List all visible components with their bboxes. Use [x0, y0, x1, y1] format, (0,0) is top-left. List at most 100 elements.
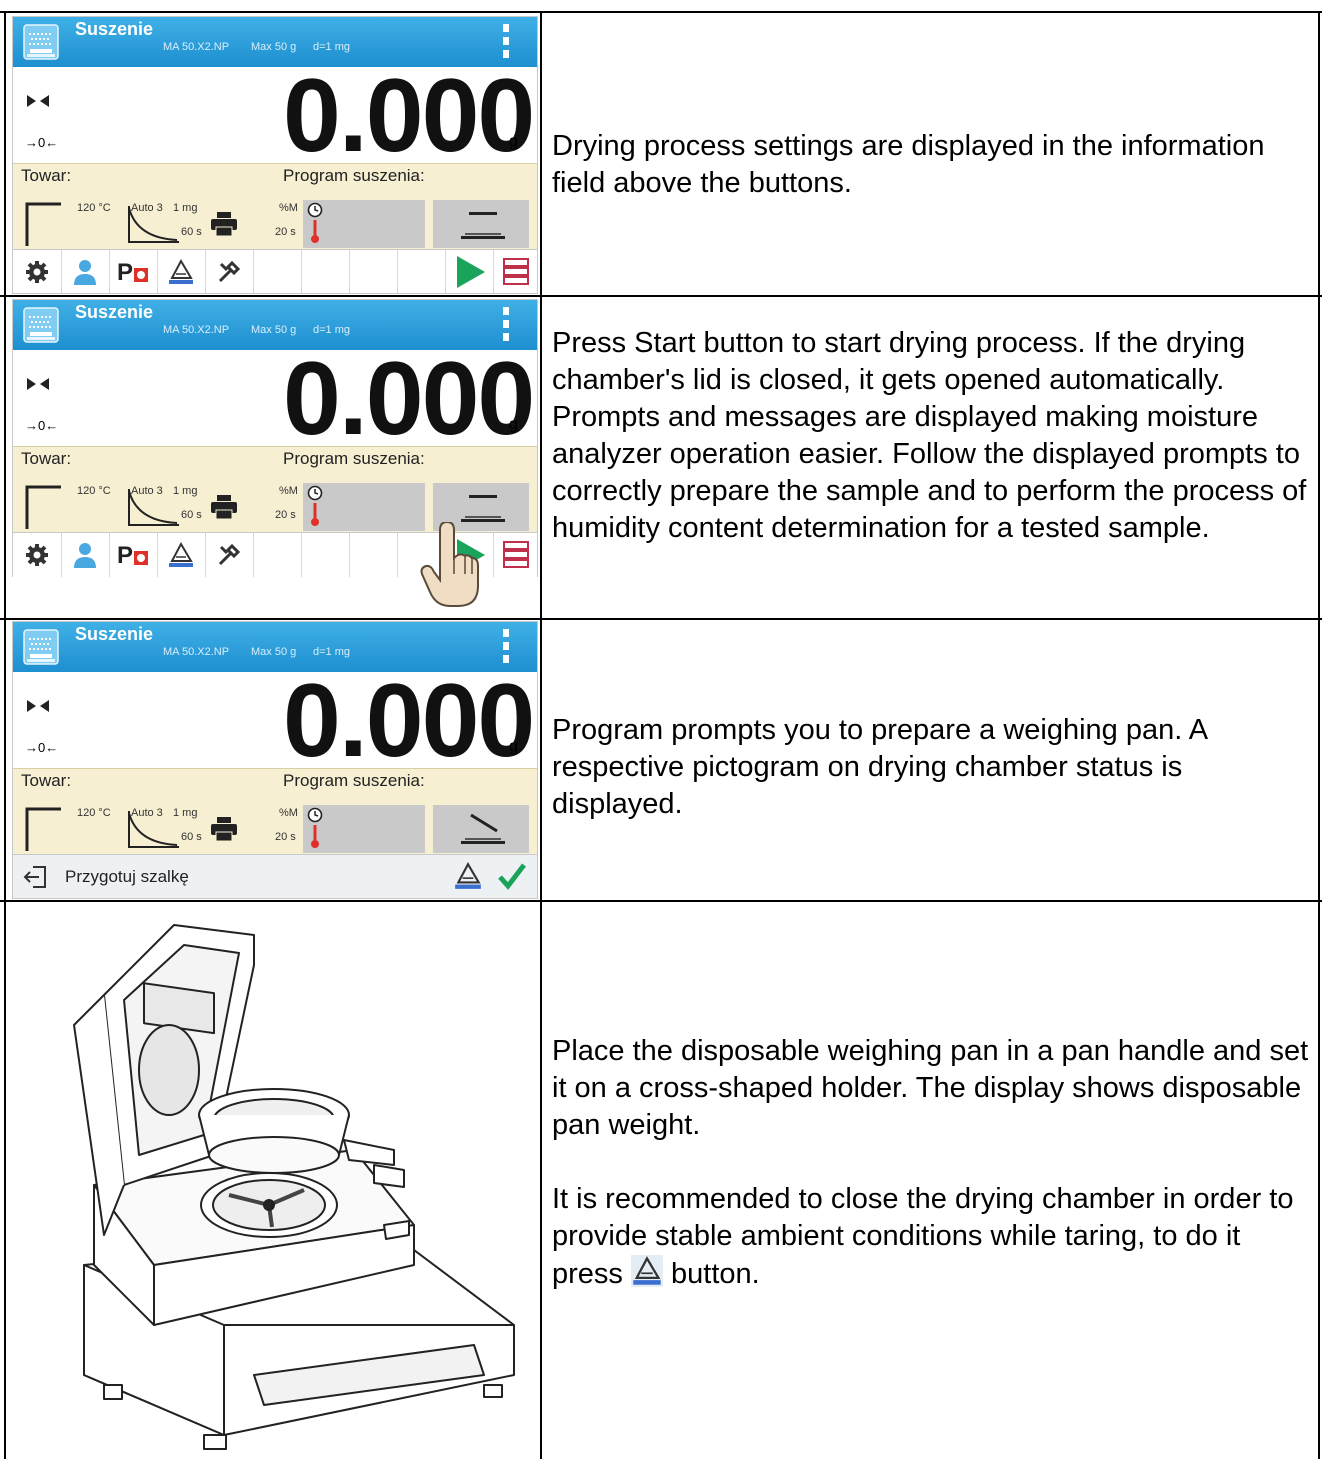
user-button[interactable]	[61, 533, 110, 577]
app-title: Suszenie	[75, 19, 154, 39]
chamber-button[interactable]	[157, 533, 206, 577]
mode-value: Auto 3	[131, 485, 163, 497]
gear-icon	[26, 544, 48, 566]
chamber-button[interactable]	[157, 250, 206, 293]
table-border-left	[4, 11, 6, 1459]
row-divider	[0, 618, 1322, 620]
user-button[interactable]	[61, 250, 110, 293]
kebab-menu-icon[interactable]	[499, 304, 513, 344]
checkmark-icon	[498, 863, 526, 890]
settings-button[interactable]	[13, 250, 62, 293]
user-icon	[74, 260, 96, 285]
model-label: MA 50.X2.NP	[163, 646, 230, 658]
description-text: Place the disposable weighing pan in a p…	[552, 1035, 1309, 1141]
result-unit: %M	[279, 485, 298, 497]
kebab-menu-icon[interactable]	[499, 626, 513, 666]
gear-icon	[26, 261, 48, 283]
database-icon	[503, 541, 529, 568]
instruction-text-end: button.	[671, 1258, 760, 1290]
temperature-profile-icon	[25, 485, 61, 529]
temperature-profile-icon	[25, 202, 61, 246]
readability: d=1 mg	[313, 646, 350, 658]
mode-step-value: 1 mg	[173, 202, 198, 214]
dryer-icon	[23, 629, 59, 665]
info-field: Towar: Program suszenia: 120 °C Auto 3 1…	[13, 163, 537, 250]
chamber-lid-icon	[169, 258, 193, 284]
products-button[interactable]: P	[109, 250, 158, 293]
tools-button[interactable]	[205, 250, 254, 293]
chamber-button[interactable]	[453, 861, 485, 893]
products-icon: P	[117, 542, 148, 569]
mode-step-value: 1 mg	[173, 485, 198, 497]
user-icon	[74, 543, 96, 568]
readability: d=1 mg	[313, 324, 350, 336]
empty-button-slot[interactable]	[301, 533, 350, 577]
empty-button-slot[interactable]	[253, 250, 302, 293]
empty-button-slot[interactable]	[397, 250, 446, 293]
tools-icon	[218, 260, 241, 283]
zero-indicator: →0←	[25, 740, 59, 755]
empty-button-slot[interactable]	[301, 250, 350, 293]
thermometer-icon	[311, 220, 319, 243]
empty-button-slot[interactable]	[349, 533, 398, 577]
tools-icon	[218, 543, 241, 566]
thermometer-icon	[311, 503, 319, 526]
empty-button-slot[interactable]	[253, 533, 302, 577]
products-icon: P	[117, 259, 148, 286]
mode-time-value: 60 s	[181, 509, 202, 521]
drying-parameters: 120 °C Auto 3 1 mg 60 s %M 20 s	[13, 198, 537, 250]
interval-value: 20 s	[275, 509, 296, 521]
product-label: Towar:	[21, 771, 72, 790]
description-text: Press Start button to start drying proce…	[552, 327, 1307, 544]
confirm-button[interactable]	[497, 861, 529, 893]
row-divider	[0, 900, 1322, 902]
weight-display: →0← 0.000 g	[13, 61, 537, 171]
stability-marker-icon	[27, 95, 49, 107]
weight-unit: g	[509, 133, 518, 150]
svg-text:P: P	[117, 542, 133, 569]
table-border-right	[1318, 11, 1320, 1459]
thermometer-icon	[311, 825, 319, 848]
tools-button[interactable]	[205, 533, 254, 577]
weight-unit: g	[509, 738, 518, 755]
printer-icon	[211, 817, 237, 841]
play-icon	[457, 256, 485, 288]
empty-button-slot[interactable]	[349, 250, 398, 293]
model-label: MA 50.X2.NP	[163, 41, 230, 53]
settings-button[interactable]	[13, 533, 62, 577]
table-border-top	[0, 11, 1322, 13]
drying-program-label: Program suszenia:	[283, 771, 425, 790]
mode-time-value: 60 s	[181, 226, 202, 238]
database-button[interactable]	[493, 250, 537, 293]
weight-value: 0.000	[283, 663, 535, 779]
exit-button[interactable]	[21, 863, 51, 891]
drying-program-label: Program suszenia:	[283, 166, 425, 185]
drying-parameters: 120 °C Auto 3 1 mg 60 s %M 20 s	[13, 803, 537, 855]
weight-display: →0← 0.000 g	[13, 666, 537, 776]
row-1-text: Drying process settings are displayed in…	[552, 128, 1317, 202]
mode-value: Auto 3	[131, 807, 163, 819]
clock-icon	[307, 485, 323, 501]
description-text: Drying process settings are displayed in…	[552, 130, 1265, 199]
result-unit: %M	[279, 202, 298, 214]
max-capacity: Max 50 g	[251, 324, 297, 336]
drying-program-label: Program suszenia:	[283, 449, 425, 468]
svg-text:P: P	[117, 259, 133, 286]
kebab-menu-icon[interactable]	[499, 21, 513, 61]
start-button[interactable]	[445, 250, 494, 293]
clock-icon	[307, 807, 323, 823]
dryer-icon	[23, 307, 59, 343]
chamber-lid-icon	[630, 1255, 663, 1287]
mode-time-value: 60 s	[181, 831, 202, 843]
product-label: Towar:	[21, 166, 72, 185]
weight-value: 0.000	[283, 341, 535, 457]
products-button[interactable]: P	[109, 533, 158, 577]
readability: d=1 mg	[313, 41, 350, 53]
balance-screen-1: Suszenie MA 50.X2.NP Max 50 g d=1 mg →0←…	[12, 16, 538, 294]
pointing-hand-icon	[420, 522, 479, 607]
printer-icon	[211, 495, 237, 519]
prompt-bar: Przygotuj szalkę	[13, 854, 537, 898]
printer-icon	[211, 212, 237, 236]
row-divider	[0, 295, 1322, 297]
database-button[interactable]	[493, 533, 541, 577]
